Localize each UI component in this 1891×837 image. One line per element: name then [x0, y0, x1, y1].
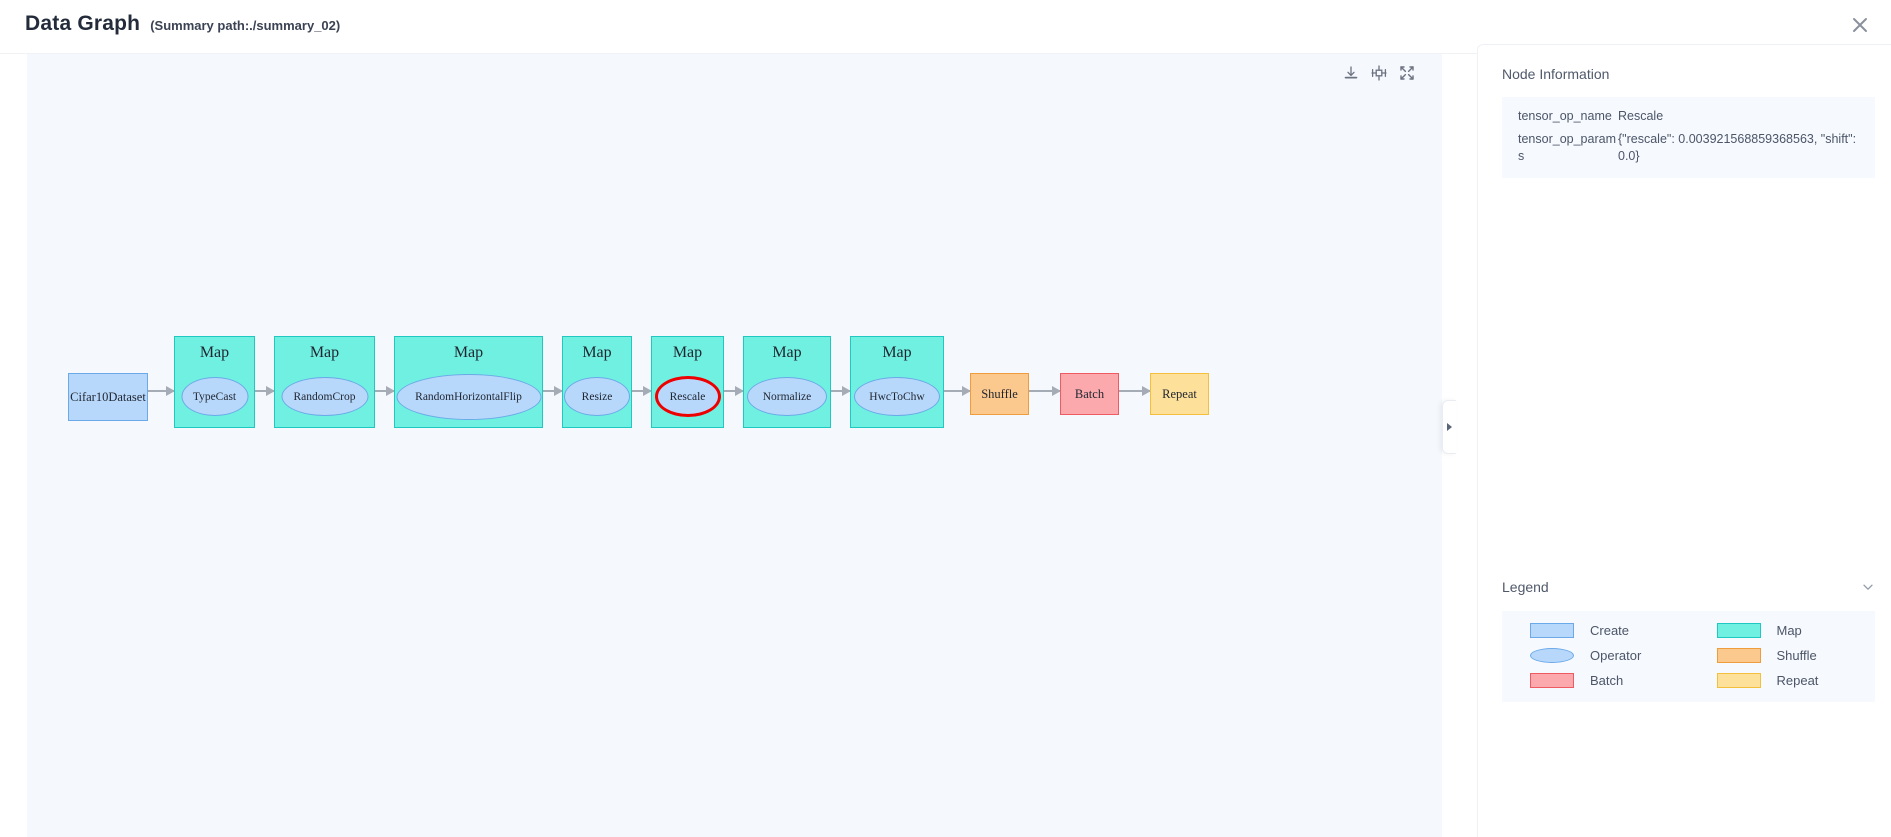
graph-edge [1119, 390, 1150, 392]
graph-node-map-resize[interactable]: Map Resize [562, 336, 632, 428]
legend-item-shuffle: Shuffle [1689, 648, 1876, 663]
map-group-label: Map [672, 344, 703, 361]
legend-label: Repeat [1776, 673, 1819, 688]
node-information-table: tensor_op_name Rescale tensor_op_params … [1502, 97, 1875, 178]
info-key: tensor_op_params [1518, 131, 1616, 163]
legend-label: Operator [1590, 648, 1642, 663]
map-group-label: Map [772, 344, 802, 361]
legend-label: Create [1590, 623, 1630, 638]
map-group-label: Map [882, 344, 912, 361]
summary-path-label: (Summary path:./summary_02) [150, 18, 341, 33]
graph-edge [724, 390, 743, 392]
graph-node-operator-randomcrop[interactable]: RandomCrop [281, 377, 368, 416]
node-label: Cifar10Dataset [70, 389, 146, 404]
table-row: tensor_op_params {"rescale": 0.003921568… [1502, 128, 1875, 168]
graph-node-map-typecast[interactable]: Map TypeCast [174, 336, 255, 428]
graph-node-map-normalize[interactable]: Map Normalize [743, 336, 831, 428]
chevron-down-icon[interactable] [1861, 580, 1875, 594]
graph-node-cifar10dataset[interactable]: Cifar10Dataset [68, 373, 148, 421]
graph-node-operator-resize[interactable]: Resize [564, 377, 630, 416]
legend-item-batch: Batch [1502, 673, 1689, 688]
legend-swatch-create [1530, 623, 1574, 638]
legend-item-operator: Operator [1502, 648, 1689, 663]
legend-swatch-map [1716, 623, 1761, 638]
close-icon [1853, 18, 1867, 32]
legend-item-repeat: Repeat [1689, 673, 1876, 688]
info-key: tensor_op_name [1518, 109, 1612, 123]
graph-canvas[interactable]: Cifar10Dataset Map TypeCast Map RandomCr… [27, 54, 1442, 837]
node-label: Repeat [1162, 386, 1197, 401]
graph-node-map-randomcrop[interactable]: Map RandomCrop [274, 336, 375, 428]
info-value: Rescale [1618, 109, 1664, 123]
close-button[interactable] [1843, 8, 1877, 42]
graph-edge [148, 390, 174, 392]
graph-node-operator-randomhorizontalflip[interactable]: RandomHorizontalFlip [396, 374, 541, 420]
node-label: HwcToChw [869, 390, 925, 403]
node-label: Resize [581, 390, 613, 403]
graph-edge [944, 390, 970, 392]
graph-layer: Cifar10Dataset Map TypeCast Map RandomCr… [27, 54, 1442, 837]
node-information-panel: Node Information tensor_op_name Rescale … [1477, 44, 1891, 837]
legend-header[interactable]: Legend [1502, 579, 1875, 595]
graph-edge [1029, 390, 1060, 392]
map-group-label: Map [309, 344, 340, 361]
legend-label: Batch [1590, 673, 1624, 688]
graph-edge [375, 390, 394, 392]
graph-node-repeat[interactable]: Repeat [1150, 373, 1209, 415]
chevron-right-icon [1447, 423, 1452, 431]
graph-edge [632, 390, 651, 392]
node-label: Normalize [762, 390, 812, 403]
graph-node-batch[interactable]: Batch [1060, 373, 1119, 415]
map-group-label: Map [582, 344, 612, 361]
graph-edge [543, 390, 562, 392]
node-label: TypeCast [192, 390, 237, 403]
legend-item-map: Map [1689, 623, 1876, 638]
node-label: Shuffle [981, 386, 1018, 401]
graph-node-map-hwctochw[interactable]: Map HwcToChw [850, 336, 944, 428]
legend-swatch-operator [1530, 648, 1574, 663]
legend-title: Legend [1502, 579, 1549, 595]
graph-node-operator-normalize[interactable]: Normalize [747, 377, 827, 416]
graph-edge [831, 390, 850, 392]
map-group-label: Map [199, 344, 230, 361]
graph-node-operator-hwctochw[interactable]: HwcToChw [854, 377, 940, 416]
legend-swatch-batch [1530, 673, 1574, 688]
node-label: RandomHorizontalFlip [415, 391, 522, 403]
graph-node-map-randomhorizontalflip[interactable]: Map RandomHorizontalFlip [394, 336, 543, 428]
legend-swatch-shuffle [1716, 648, 1761, 663]
graph-node-shuffle[interactable]: Shuffle [970, 373, 1029, 415]
map-group-label: Map [453, 344, 484, 361]
table-row: tensor_op_name Rescale [1502, 105, 1875, 128]
graph-node-operator-typecast[interactable]: TypeCast [181, 377, 248, 416]
info-value: {"rescale": 0.003921568859368563, "shift… [1618, 131, 1857, 163]
legend-item-create: Create [1502, 623, 1689, 638]
node-label: RandomCrop [293, 390, 356, 403]
graph-node-operator-rescale[interactable]: Rescale [654, 376, 721, 417]
header-title-group: Data Graph (Summary path:./summary_02) [25, 12, 340, 36]
legend-label: Map [1776, 623, 1802, 638]
node-label: Batch [1074, 386, 1105, 401]
legend-label: Shuffle [1776, 648, 1817, 663]
node-information-title: Node Information [1502, 66, 1610, 82]
graph-node-map-rescale[interactable]: Map Rescale [651, 336, 724, 428]
node-label: Rescale [669, 390, 706, 403]
legend-box: Create Map Operator Shuffle Batch Repeat [1502, 611, 1875, 702]
panel-collapse-handle[interactable] [1442, 400, 1456, 454]
legend-swatch-repeat [1716, 673, 1761, 688]
graph-edge [255, 390, 274, 392]
page-title: Data Graph [25, 12, 141, 35]
